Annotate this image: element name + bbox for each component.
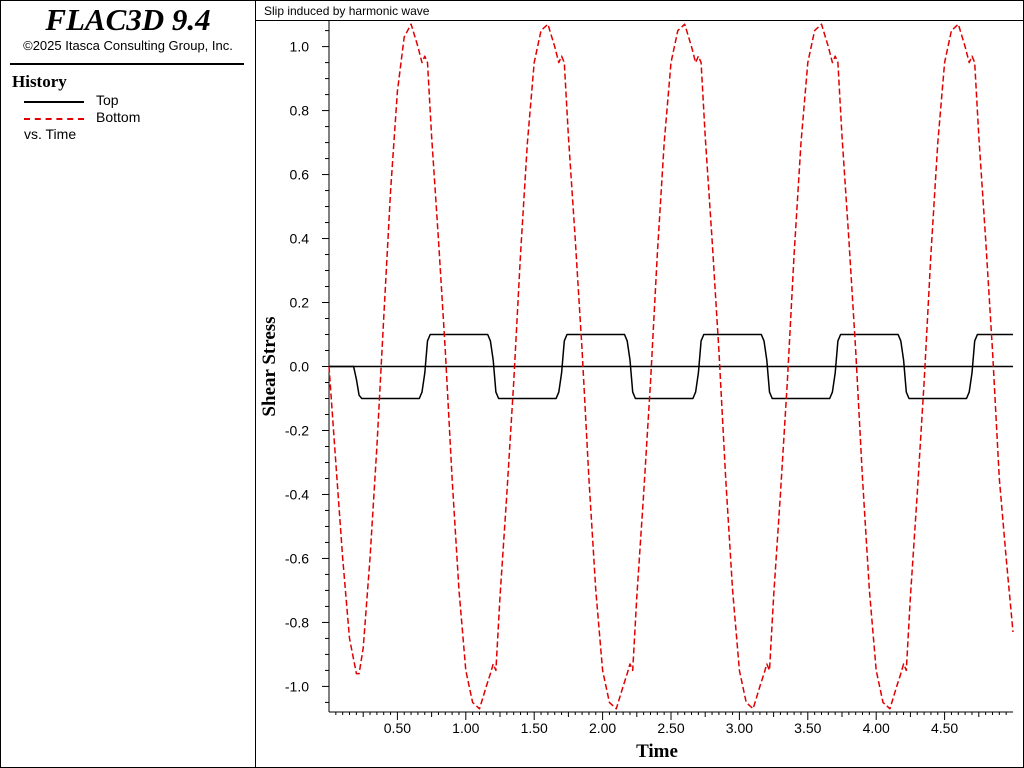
y-axis-label: Shear Stress [259,316,280,416]
x-tick-label: 1.50 [521,720,548,736]
y-tick-label: 0.6 [290,167,310,183]
x-tick-label: 3.50 [794,720,821,736]
legend-label-top: Top [96,92,119,108]
y-tick-label: -0.8 [285,614,309,630]
chart-svg: -1.0 -0.8 -0.6 -0.4 -0.2 0.0 0.2 0.4 0.6 0.8 1.0 0.… [259,21,1014,762]
y-tick-label: 0.2 [290,295,310,311]
legend-panel: FLAC3D 9.4 ©2025 Itasca Consulting Group… [0,0,256,767]
x-tick-label: 2.50 [657,720,684,736]
legend-label-bottom: Bottom [96,109,141,125]
plot-title: Slip induced by harmonic wave [264,4,430,18]
y-tick-label: -0.2 [285,422,309,438]
legend-heading: History [12,72,67,91]
y-tick-label: -0.4 [285,486,309,502]
x-tick-label: 4.50 [931,720,958,736]
x-tick-label: 1.00 [452,720,479,736]
y-tick-label: 0.4 [290,231,310,247]
x-tick-label: 0.50 [384,720,411,736]
legend-line-bottom [24,118,84,120]
legend-vs-label: vs. Time [24,126,77,142]
y-tick-label: 0.0 [290,359,310,375]
legend-divider [10,63,244,65]
copyright-text: ©2025 Itasca Consulting Group, Inc. [23,38,233,53]
app-title: FLAC3D 9.4 [45,2,211,37]
y-tick-label: -0.6 [285,550,309,566]
legend-line-top [24,101,84,103]
x-tick-label: 4.00 [863,720,890,736]
y-tick-label: 0.8 [290,103,310,119]
x-axis-label: Time [636,741,678,762]
x-tick-label: 2.00 [589,720,616,736]
y-tick-label: 1.0 [290,39,310,55]
y-tick-label: -1.0 [285,678,309,694]
x-tick-label: 3.00 [726,720,753,736]
